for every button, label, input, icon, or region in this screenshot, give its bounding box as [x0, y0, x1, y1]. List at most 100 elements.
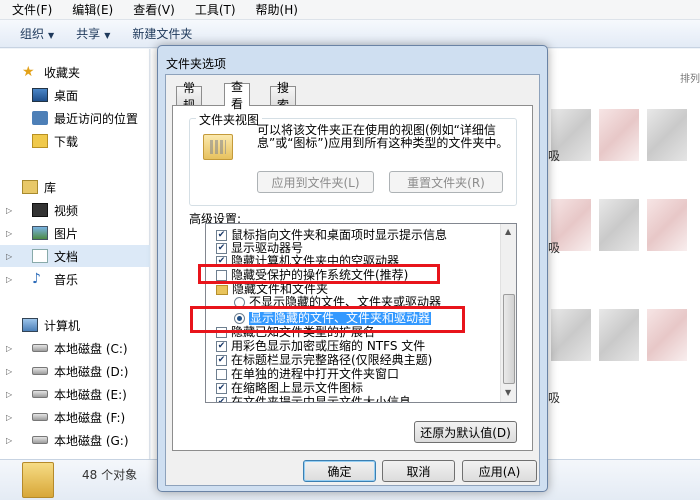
file-label-fragment: 吸	[548, 241, 561, 255]
highlight-box-show-hidden	[190, 306, 465, 333]
hard-disk-icon	[32, 436, 48, 444]
checkbox-checked[interactable]: ✔	[216, 243, 227, 254]
menu-file[interactable]: 文件(F)	[12, 1, 52, 18]
expand-arrow-icon[interactable]: ▷	[6, 275, 12, 284]
checkbox-checked[interactable]: ✔	[216, 230, 227, 241]
highlight-box-protected-files	[198, 264, 440, 284]
nav-disk-d[interactable]: ▷ 本地磁盘 (D:)	[0, 360, 150, 382]
share-button[interactable]: 共享 ▼	[76, 25, 110, 42]
dialog-title: 文件夹选项	[166, 57, 227, 71]
expand-arrow-icon[interactable]: ▷	[6, 252, 12, 261]
folder-icon	[22, 462, 54, 498]
nav-computer[interactable]: 计算机	[0, 314, 150, 336]
apply-to-folders-button[interactable]: 应用到文件夹(L)	[257, 171, 374, 193]
file-thumbnail[interactable]	[647, 309, 687, 361]
file-thumbnail[interactable]	[599, 109, 639, 161]
setting-label: 在单独的进程中打开文件夹窗口	[231, 367, 400, 381]
expand-arrow-icon[interactable]: ▷	[6, 229, 12, 238]
menu-bar: 文件(F) 编辑(E) 查看(V) 工具(T) 帮助(H)	[0, 0, 700, 20]
nav-disk-e[interactable]: ▷ 本地磁盘 (E:)	[0, 383, 150, 405]
expand-arrow-icon[interactable]: ▷	[6, 206, 12, 215]
nav-documents[interactable]: ▷ 文档	[0, 245, 150, 267]
tab-general[interactable]: 常规	[176, 81, 203, 112]
expand-arrow-icon[interactable]: ▷	[6, 367, 12, 376]
recent-places-icon	[32, 111, 48, 125]
setting-label: 在标题栏显示完整路径(仅限经典主题)	[231, 353, 433, 367]
menu-view[interactable]: 查看(V)	[133, 1, 175, 18]
apply-button[interactable]: 应用(A)	[462, 460, 537, 482]
document-library-icon	[32, 249, 48, 263]
setting-row[interactable]: ✔ 在文件夹提示中显示文件大小信息	[206, 395, 501, 403]
cancel-button[interactable]: 取消	[382, 460, 455, 482]
file-label-fragment: 吸	[548, 391, 561, 405]
setting-row[interactable]: ✔ 用彩色显示加密或压缩的 NTFS 文件	[206, 340, 501, 353]
folder-views-description: 可以将该文件夹正在使用的视图(例如“详细信息”或“图标”)应用到所有这种类型的文…	[257, 123, 509, 150]
file-thumbnail[interactable]	[647, 199, 687, 251]
video-library-icon	[32, 203, 48, 217]
checkbox-checked[interactable]: ✔	[216, 397, 227, 402]
folder-views-title: 文件夹视图	[196, 111, 263, 128]
tab-view[interactable]: 查看	[224, 80, 251, 111]
nav-pictures[interactable]: ▷ 图片	[0, 222, 150, 244]
restore-defaults-button[interactable]: 还原为默认值(D)	[414, 421, 517, 443]
hard-disk-icon	[32, 367, 48, 375]
checkbox-checked[interactable]: ✔	[216, 383, 227, 394]
nav-disk-f[interactable]: ▷ 本地磁盘 (F:)	[0, 406, 150, 428]
vertical-scrollbar[interactable]: ▲ ▼	[500, 224, 516, 402]
navigation-pane: ★ 收藏夹 桌面 最近访问的位置 下载 库 ▷ 视频 ▷ 图片 ▷ 文档 ▷ ♪…	[0, 49, 150, 459]
music-note-icon: ♪	[32, 271, 41, 287]
checkbox-checked[interactable]: ✔	[216, 355, 227, 366]
folder-view-icon	[203, 134, 233, 160]
hard-disk-icon	[32, 413, 48, 421]
library-icon	[22, 180, 38, 194]
thumbnail-grid	[551, 109, 700, 439]
file-thumbnail[interactable]	[599, 309, 639, 361]
star-icon: ★	[22, 64, 35, 80]
file-thumbnail[interactable]	[599, 199, 639, 251]
checkbox-unchecked[interactable]	[216, 369, 227, 380]
setting-row[interactable]: ✔ 在缩略图上显示文件图标	[206, 382, 501, 395]
setting-row[interactable]: ✔ 在标题栏显示完整路径(仅限经典主题)	[206, 354, 501, 367]
nav-libraries[interactable]: 库	[0, 176, 150, 198]
nav-videos[interactable]: ▷ 视频	[0, 199, 150, 221]
checkbox-checked[interactable]: ✔	[216, 341, 227, 352]
reset-folders-button[interactable]: 重置文件夹(R)	[389, 171, 503, 193]
expand-arrow-icon[interactable]: ▷	[6, 344, 12, 353]
desktop-icon	[32, 88, 48, 102]
sort-hint[interactable]: 排列	[680, 70, 700, 85]
tab-search[interactable]: 搜索	[270, 81, 297, 112]
chevron-down-icon: ▼	[104, 31, 111, 40]
nav-downloads[interactable]: 下载	[0, 130, 150, 152]
expand-arrow-icon[interactable]: ▷	[6, 390, 12, 399]
computer-icon	[22, 318, 38, 332]
nav-desktop[interactable]: 桌面	[0, 84, 150, 106]
file-label-fragment: 吸	[548, 149, 561, 163]
item-count: 48 个对象	[82, 468, 138, 482]
ok-button[interactable]: 确定	[303, 460, 376, 482]
downloads-folder-icon	[32, 134, 48, 148]
menu-tools[interactable]: 工具(T)	[195, 1, 236, 18]
organize-button[interactable]: 组织 ▼	[20, 25, 54, 42]
nav-favorites[interactable]: ★ 收藏夹	[0, 61, 150, 83]
file-thumbnail[interactable]	[551, 309, 591, 361]
expand-arrow-icon[interactable]: ▷	[6, 436, 12, 445]
setting-label: 在缩略图上显示文件图标	[231, 381, 364, 395]
nav-music[interactable]: ▷ ♪ 音乐	[0, 268, 150, 290]
setting-label: 用彩色显示加密或压缩的 NTFS 文件	[231, 339, 426, 353]
expand-arrow-icon[interactable]: ▷	[6, 413, 12, 422]
setting-row[interactable]: 在单独的进程中打开文件夹窗口	[206, 368, 501, 381]
nav-disk-g[interactable]: ▷ 本地磁盘 (G:)	[0, 429, 150, 451]
menu-edit[interactable]: 编辑(E)	[72, 1, 113, 18]
menu-help[interactable]: 帮助(H)	[256, 1, 298, 18]
file-thumbnail[interactable]	[647, 109, 687, 161]
hard-disk-icon	[32, 344, 48, 352]
new-folder-button[interactable]: 新建文件夹	[132, 25, 192, 42]
scroll-down-icon[interactable]: ▼	[505, 388, 511, 397]
picture-library-icon	[32, 226, 48, 240]
nav-recent[interactable]: 最近访问的位置	[0, 107, 150, 129]
setting-label: 在文件夹提示中显示文件大小信息	[231, 395, 412, 403]
command-bar: 组织 ▼ 共享 ▼ 新建文件夹	[0, 20, 700, 48]
scrollbar-thumb[interactable]	[503, 294, 515, 384]
scroll-up-icon[interactable]: ▲	[505, 227, 511, 236]
nav-disk-c[interactable]: ▷ 本地磁盘 (C:)	[0, 337, 150, 359]
